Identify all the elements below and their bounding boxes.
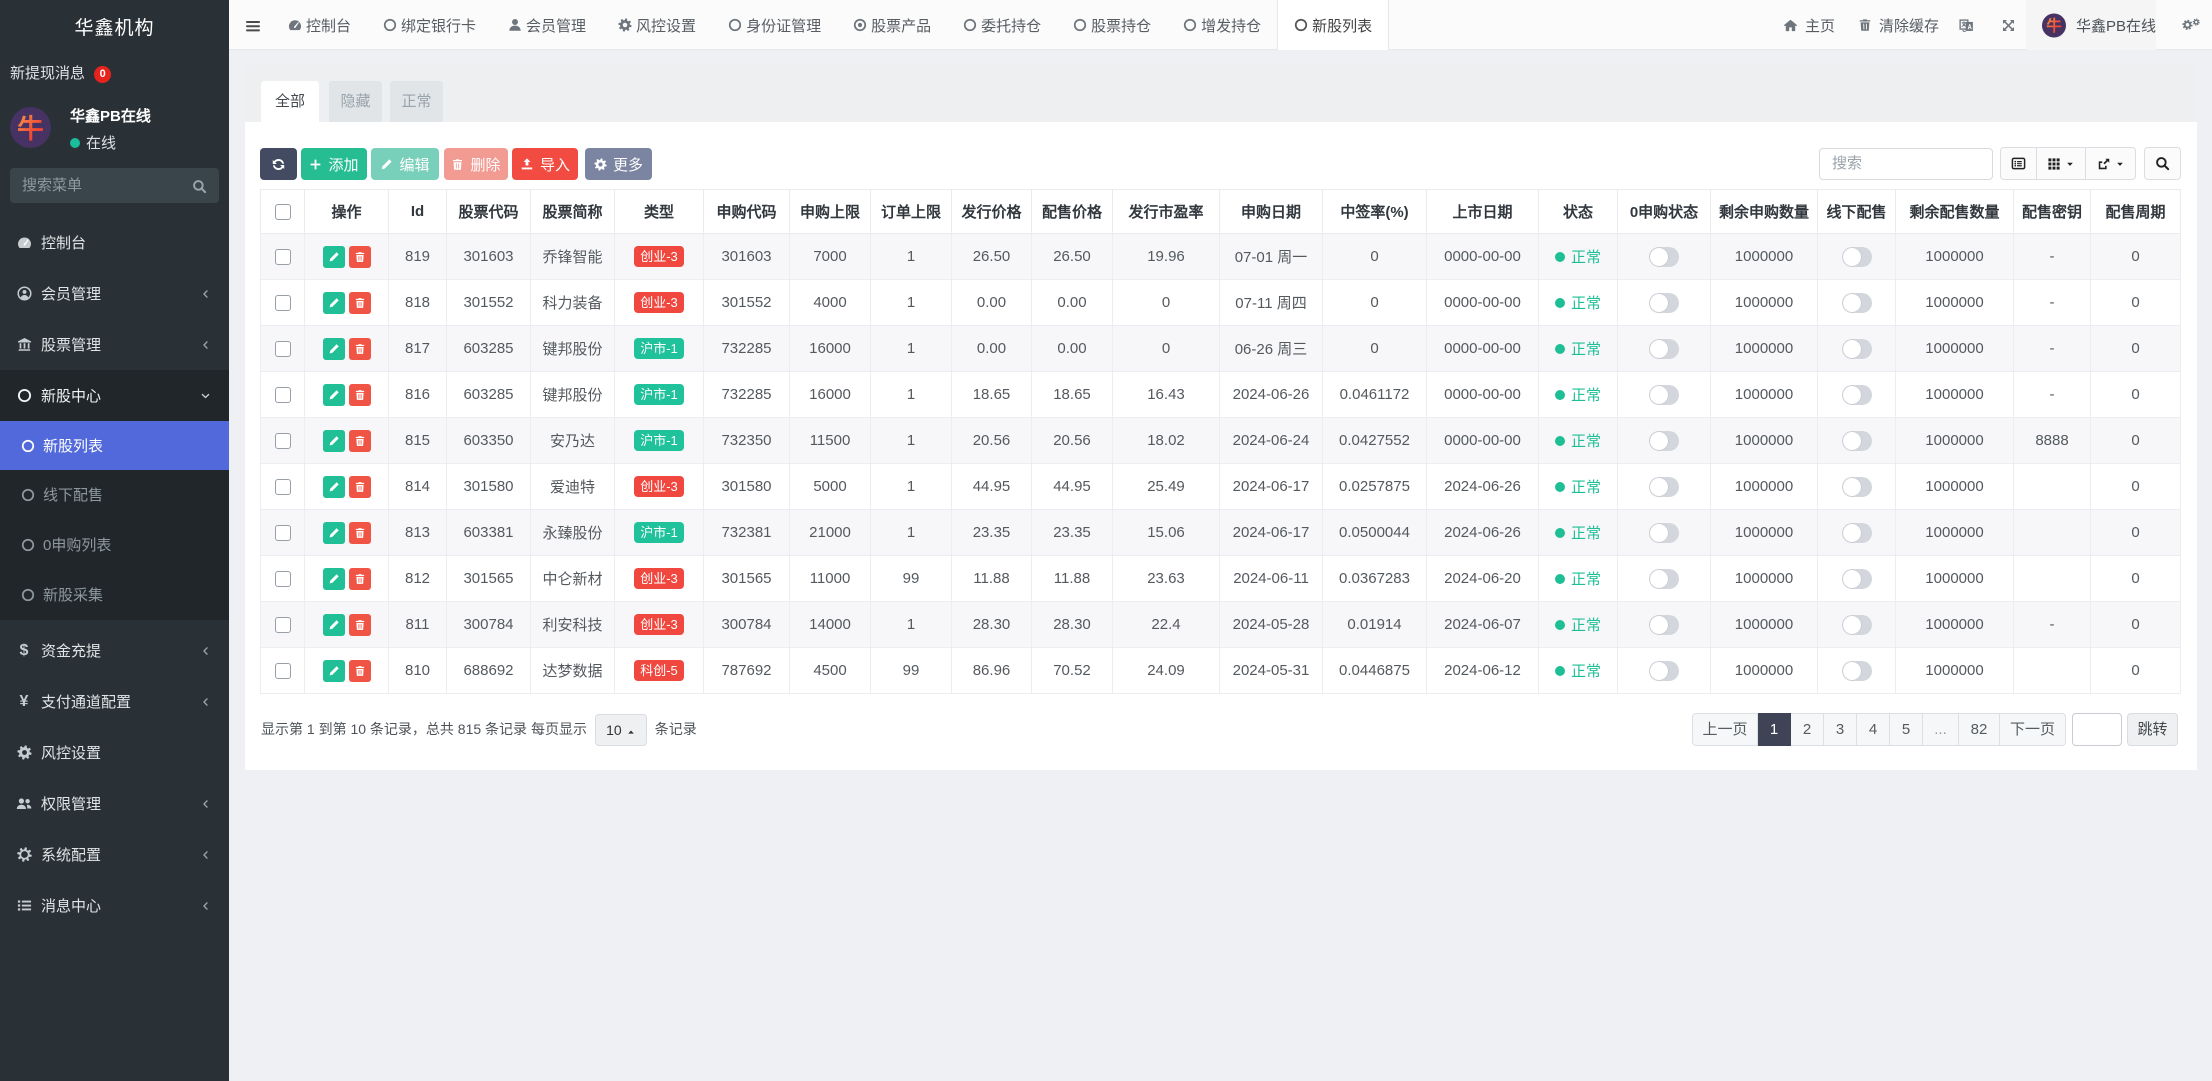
svg-text:牛: 牛	[2046, 15, 2062, 34]
svg-text:牛: 牛	[17, 114, 44, 144]
